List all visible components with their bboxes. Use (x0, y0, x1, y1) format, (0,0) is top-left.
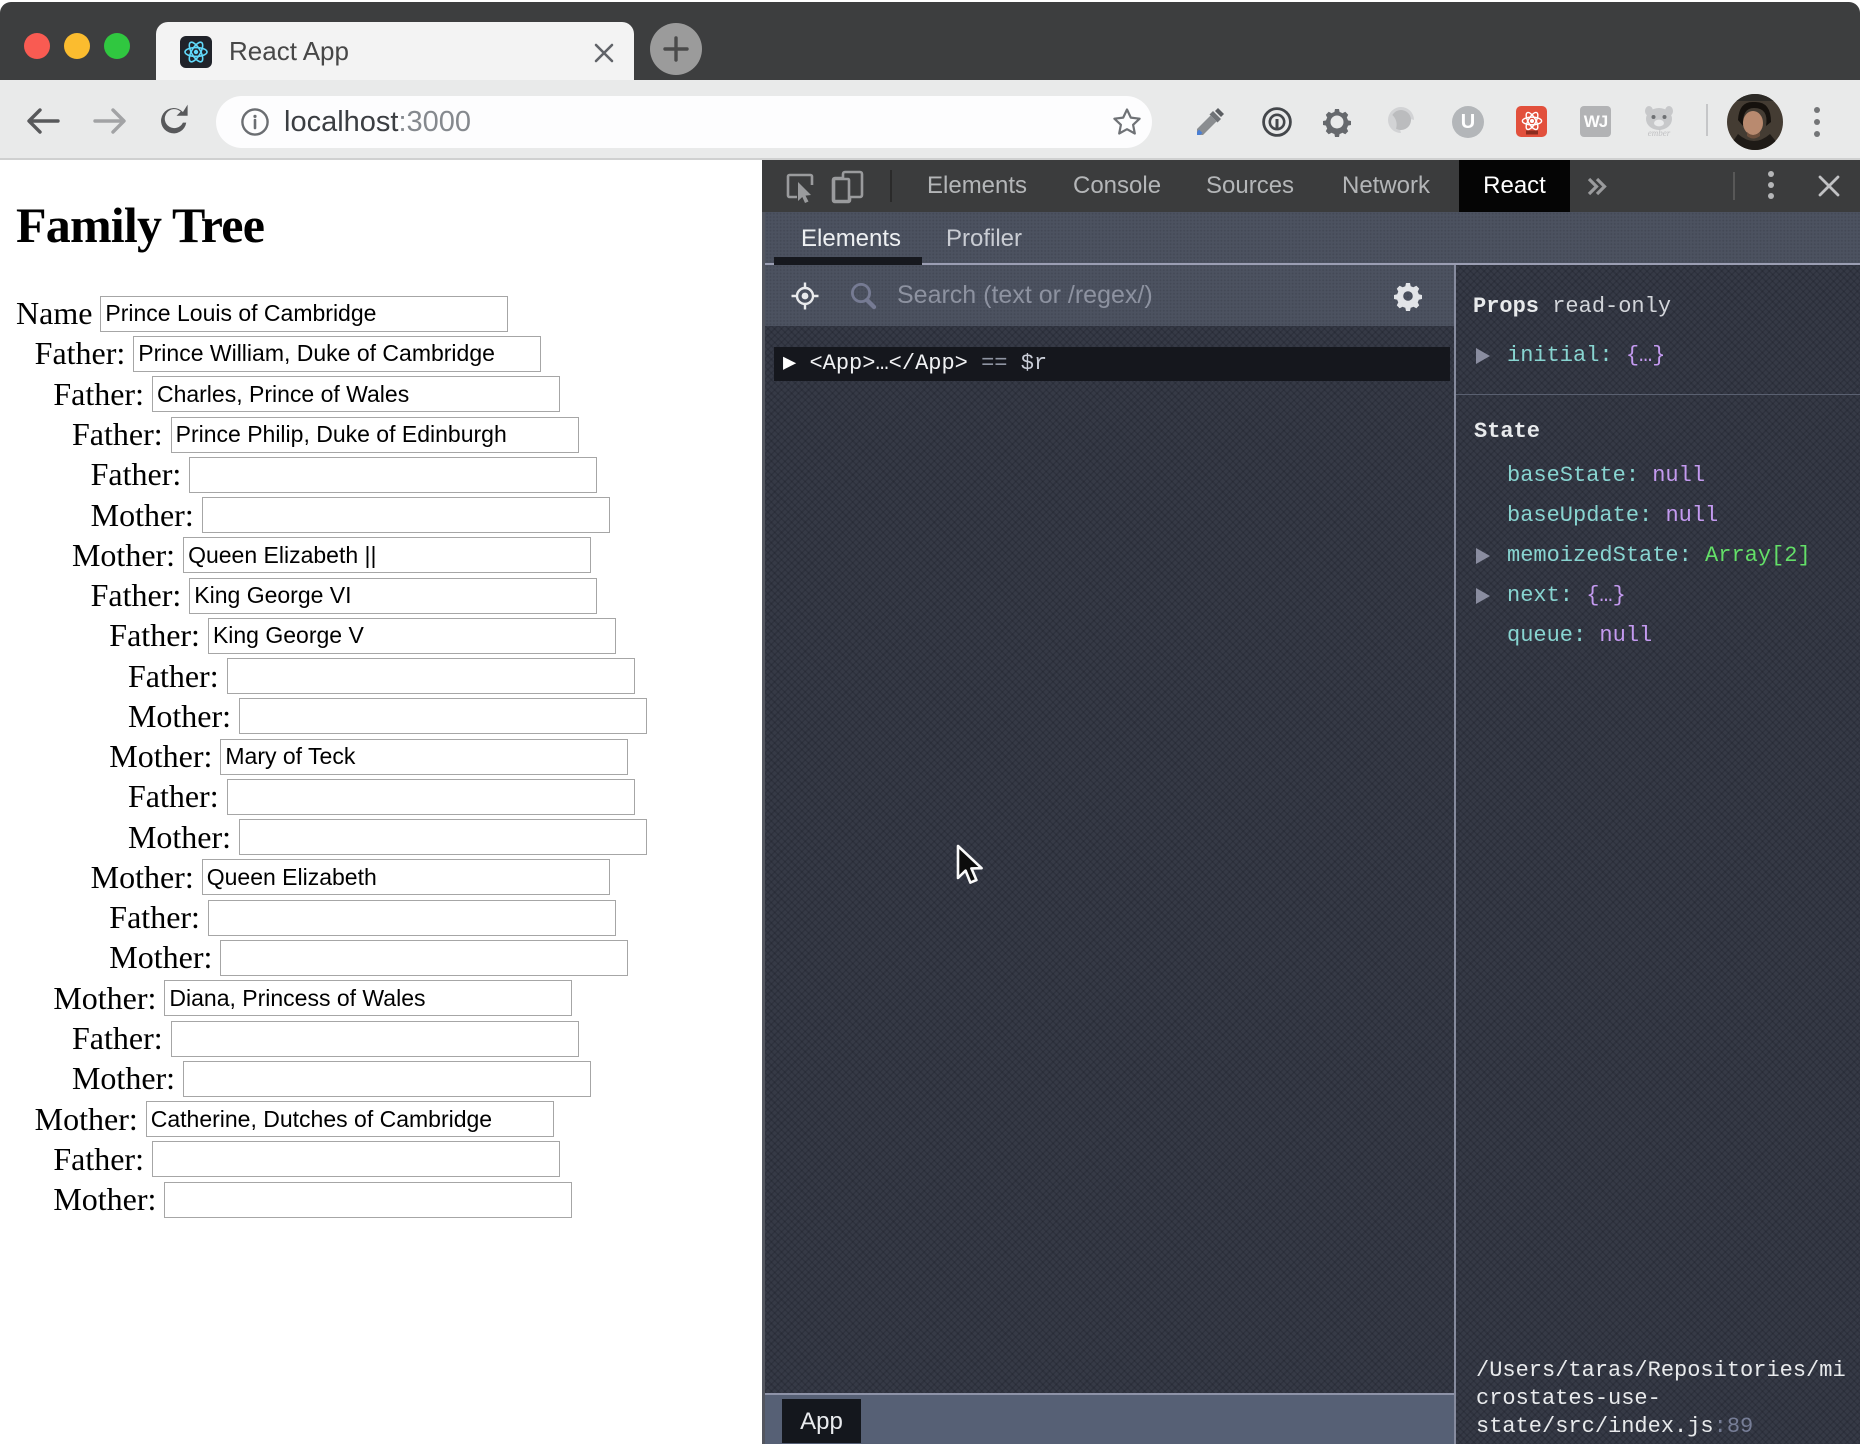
svg-text:ember: ember (1648, 128, 1671, 138)
